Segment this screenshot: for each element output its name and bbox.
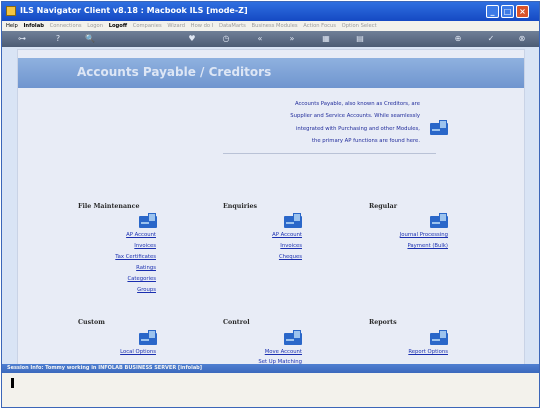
- section-title-reports: Reports: [369, 319, 397, 326]
- search-icon[interactable]: 🔍: [84, 34, 96, 44]
- module-description: Accounts Payable, also known as Creditor…: [228, 98, 420, 147]
- help-icon[interactable]: ?: [52, 34, 64, 44]
- module-icon: [430, 120, 448, 135]
- link-groups[interactable]: Groups: [76, 287, 156, 293]
- title-bar: ILS Navigator Client v8.18 : Macbook ILS…: [2, 2, 539, 21]
- command-area[interactable]: [2, 373, 539, 407]
- menu-action-focus[interactable]: Action Focus: [303, 23, 336, 29]
- reports-icon[interactable]: [430, 330, 448, 345]
- section-title-enquiries: Enquiries: [223, 203, 258, 210]
- document-icon[interactable]: ▤: [354, 34, 366, 44]
- menu-help[interactable]: Help: [6, 23, 18, 29]
- description-line: Accounts Payable, also known as Creditor…: [294, 101, 420, 107]
- menu-infolab[interactable]: Infolab: [23, 23, 43, 29]
- link-report-options[interactable]: Report Options: [368, 349, 448, 355]
- menu-how-do-i[interactable]: How do I: [191, 23, 214, 29]
- description-line: the primary AP functions are found here.: [311, 137, 420, 144]
- menu-logon[interactable]: Logon: [87, 23, 103, 29]
- link-enquiry-ap-account[interactable]: AP Account: [222, 232, 302, 238]
- regular-icon[interactable]: [430, 213, 448, 228]
- minimize-button[interactable]: _: [486, 5, 499, 18]
- back-icon[interactable]: «: [254, 34, 266, 44]
- menu-business-modules[interactable]: Business Modules: [252, 23, 298, 29]
- close-button[interactable]: ×: [516, 5, 529, 18]
- window-title: ILS Navigator Client v8.18 : Macbook ILS…: [20, 6, 248, 15]
- menu-bar: Help Infolab Connections Logon Logoff Co…: [2, 21, 539, 31]
- link-local-options[interactable]: Local Options: [76, 349, 156, 355]
- link-invoices[interactable]: Invoices: [76, 243, 156, 249]
- description-line: Supplier and Service Accounts. While sea…: [290, 113, 420, 120]
- app-window: ILS Navigator Client v8.18 : Macbook ILS…: [1, 1, 540, 408]
- section-title-control: Control: [223, 319, 250, 326]
- toolbar: ⊶ ? 🔍 ♥ ◷ « » ▦ ▤ ⊕ ✓ ⊗: [2, 31, 539, 47]
- link-categories[interactable]: Categories: [76, 276, 156, 282]
- section-title-custom: Custom: [78, 319, 105, 326]
- section-title-regular: Regular: [369, 203, 398, 210]
- add-icon[interactable]: ⊕: [452, 34, 464, 44]
- text-cursor: [11, 378, 14, 388]
- menu-option-select[interactable]: Option Select: [342, 23, 377, 29]
- check-icon[interactable]: ✓: [485, 34, 497, 44]
- menu-logoff[interactable]: Logoff: [109, 23, 127, 29]
- clock-icon[interactable]: ◷: [220, 34, 232, 44]
- section-title-file-maintenance: File Maintenance: [78, 203, 140, 210]
- exit-icon[interactable]: ⊗: [516, 34, 528, 44]
- description-line: integrated with Purchasing and other Mod…: [295, 125, 420, 132]
- link-ap-account[interactable]: AP Account: [76, 232, 156, 238]
- custom-icon[interactable]: [139, 330, 157, 345]
- status-bar: Session Info: Tommy working in INFOLAB B…: [2, 364, 539, 373]
- session-info: Session Info: Tommy working in INFOLAB B…: [7, 365, 203, 371]
- menu-connections[interactable]: Connections: [50, 23, 82, 29]
- link-ratings[interactable]: Ratings: [76, 265, 156, 271]
- link-enquiry-invoices[interactable]: Invoices: [222, 243, 302, 249]
- link-move-account[interactable]: Move Account: [222, 349, 302, 355]
- link-enquiry-cheques[interactable]: Cheques: [222, 254, 302, 260]
- control-icon[interactable]: [284, 330, 302, 345]
- file-maintenance-icon[interactable]: [139, 213, 157, 228]
- link-payment-bulk[interactable]: Payment (Bulk): [368, 243, 448, 249]
- key-icon[interactable]: ⊶: [10, 34, 34, 44]
- link-tax-certificates[interactable]: Tax Certificates: [76, 254, 156, 260]
- heart-icon[interactable]: ♥: [186, 34, 198, 44]
- enquiries-icon[interactable]: [284, 213, 302, 228]
- forward-icon[interactable]: »: [286, 34, 298, 44]
- app-icon: [6, 6, 16, 16]
- divider: [223, 153, 436, 154]
- grid-icon[interactable]: ▦: [320, 34, 332, 44]
- module-banner: Accounts Payable / Creditors: [18, 58, 524, 88]
- menu-wizard[interactable]: Wizard: [167, 23, 185, 29]
- menu-datamarts[interactable]: DataMarts: [219, 23, 246, 29]
- module-title: Accounts Payable / Creditors: [77, 65, 272, 79]
- menu-companies[interactable]: Companies: [133, 23, 162, 29]
- link-journal-processing[interactable]: Journal Processing: [368, 232, 448, 238]
- maximize-button[interactable]: □: [501, 5, 514, 18]
- main-content: Accounts Payable / Creditors Accounts Pa…: [17, 49, 525, 365]
